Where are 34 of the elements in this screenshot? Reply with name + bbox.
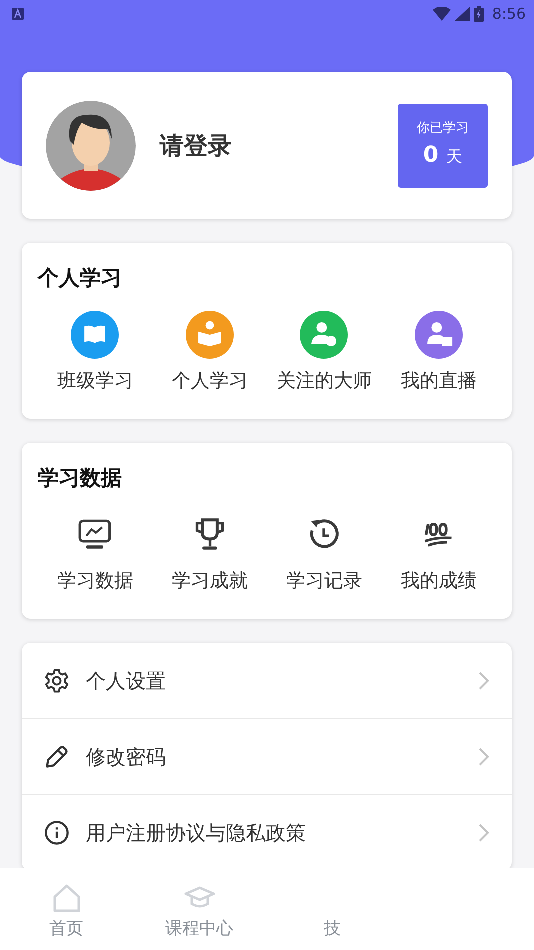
- person-video-icon[interactable]: [414, 310, 463, 358]
- feature-link[interactable]: 学习成就: [172, 566, 248, 595]
- feature-link[interactable]: 我的成绩: [400, 566, 477, 595]
- feature-link[interactable]: 个人学习: [172, 366, 248, 395]
- notification-icon: [12, 8, 24, 20]
- feature-link[interactable]: 学习记录: [286, 566, 362, 595]
- person-check-icon[interactable]: [300, 310, 348, 358]
- pencil-icon: [44, 744, 70, 770]
- battery-icon: [474, 6, 484, 22]
- login-prompt[interactable]: 请登录: [160, 128, 398, 164]
- menu-item[interactable]: 个人设置: [86, 666, 478, 696]
- chart-monitor-icon[interactable]: [78, 518, 112, 552]
- feature-link[interactable]: 关注的大师: [276, 366, 372, 395]
- book-icon[interactable]: [71, 310, 120, 358]
- feature-link[interactable]: 我的直播: [400, 366, 477, 395]
- feature-link[interactable]: 班级学习: [57, 366, 134, 395]
- study-label: 你已学习: [417, 120, 469, 138]
- wifi-icon: [433, 7, 452, 21]
- study-days-count: 0: [423, 142, 439, 170]
- settings-icon: [44, 668, 70, 694]
- menu-item[interactable]: 修改密码: [86, 742, 478, 772]
- avatar[interactable]: [46, 100, 136, 190]
- section-title: 学习数据: [38, 465, 123, 492]
- section-title: 个人学习: [38, 265, 123, 292]
- menu-item[interactable]: 用户注册协议与隐私政策: [86, 818, 478, 848]
- chevron-right-icon: [478, 746, 490, 766]
- chevron-right-icon: [478, 822, 490, 842]
- signal-icon: [455, 7, 470, 21]
- info-icon: [44, 820, 70, 846]
- clock-time: 8:56: [492, 4, 526, 25]
- reader-icon[interactable]: [186, 310, 234, 358]
- days-unit: 天: [446, 146, 463, 168]
- feature-link[interactable]: 学习数据: [57, 566, 134, 595]
- chevron-right-icon: [478, 670, 490, 690]
